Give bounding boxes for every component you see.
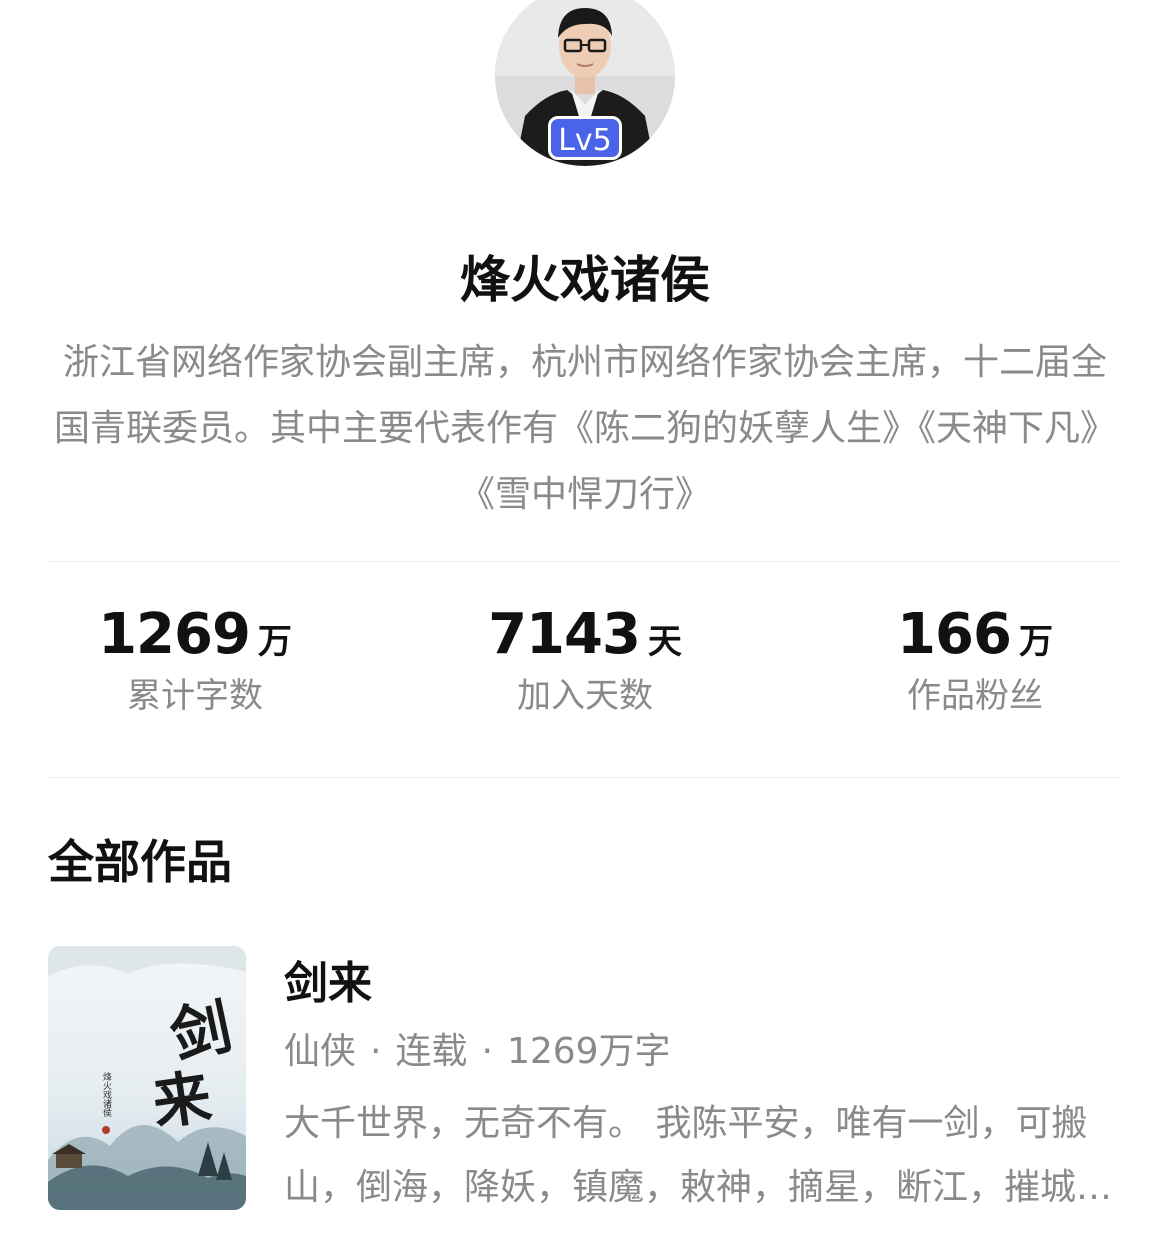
section-title-all-works: 全部作品 <box>48 835 232 889</box>
book-word-count: 1269万字 <box>506 1031 671 1072</box>
stat-number: 1269 <box>98 602 251 667</box>
author-name: 烽火戏诸侯 <box>460 251 710 309</box>
book-status: 连载 <box>395 1031 468 1072</box>
book-list-item[interactable]: 剑 来 烽火戏诸侯 剑来 仙侠 · 连载 · 1269万字 大千世界，无奇不有。 我陈平… <box>48 946 1122 1212</box>
cover-author-text: 烽火戏诸侯 <box>101 1071 112 1118</box>
stat-days-joined: 7143 天 加入天数 <box>435 600 735 720</box>
author-stats: 1269 万 累计字数 7143 天 加入天数 166 万 作品粉丝 <box>0 600 1170 740</box>
book-cover[interactable]: 剑 来 烽火戏诸侯 <box>48 946 246 1210</box>
stat-total-words: 1269 万 累计字数 <box>45 600 345 720</box>
book-description: 大千世界，无奇不有。 我陈平安，唯有一剑，可搬山，倒海，降妖，镇魔，敕神，摘星，… <box>284 1103 1113 1208</box>
stat-number: 166 <box>897 602 1012 667</box>
meta-separator: · <box>370 1031 382 1072</box>
cover-title-char-2: 来 <box>148 1062 215 1137</box>
stat-label: 累计字数 <box>127 676 263 716</box>
stat-unit: 万 <box>257 622 292 662</box>
level-badge: Lv5 <box>548 116 622 160</box>
author-avatar-container[interactable]: Lv5 <box>495 0 675 166</box>
divider-bottom <box>48 777 1122 778</box>
book-meta: 仙侠 · 连载 · 1269万字 <box>284 1024 671 1080</box>
stat-unit: 万 <box>1018 622 1053 662</box>
divider-top <box>48 561 1122 562</box>
stat-label: 作品粉丝 <box>907 676 1043 716</box>
author-bio: 浙江省网络作家协会副主席，杭州市网络作家协会主席，十二届全国青联委员。其中主要代… <box>53 342 1116 515</box>
book-genre: 仙侠 <box>284 1031 357 1072</box>
stat-number: 7143 <box>488 602 641 667</box>
stat-fans: 166 万 作品粉丝 <box>825 600 1125 720</box>
book-title[interactable]: 剑来 <box>284 954 372 1014</box>
stat-label: 加入天数 <box>517 676 653 716</box>
meta-separator: · <box>481 1031 493 1072</box>
stat-unit: 天 <box>647 622 682 662</box>
book-cover-icon: 剑 来 烽火戏诸侯 <box>48 946 246 1210</box>
